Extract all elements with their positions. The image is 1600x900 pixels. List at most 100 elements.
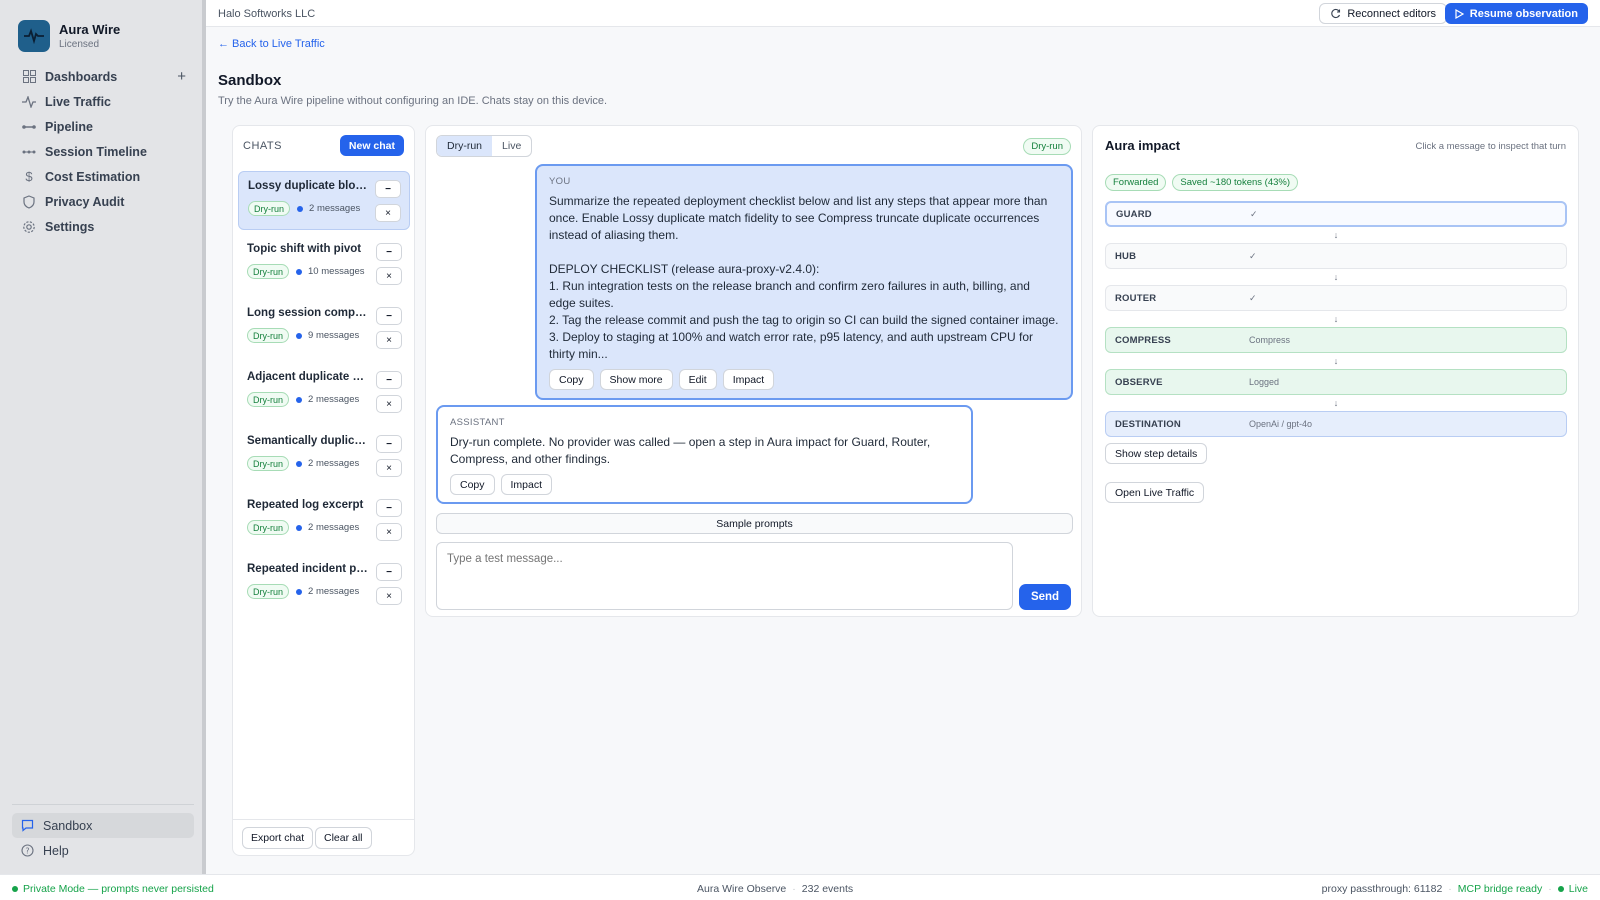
step-value: Compress [1249, 335, 1291, 345]
step-compress[interactable]: COMPRESS Compress [1105, 327, 1567, 353]
sample-prompts-button[interactable]: Sample prompts [436, 513, 1073, 534]
show-step-details-button[interactable]: Show step details [1105, 443, 1208, 464]
live-dot-icon [1557, 886, 1564, 892]
step-name: OBSERVE [1115, 376, 1163, 388]
impact-button[interactable]: Impact [722, 369, 775, 390]
step-observe[interactable]: OBSERVE Logged [1105, 369, 1567, 395]
minimize-chat-button[interactable]: − [376, 371, 402, 389]
tab-dry-run[interactable]: Dry-run [437, 136, 493, 156]
message-input[interactable] [436, 542, 1013, 610]
minimize-chat-button[interactable]: − [376, 243, 402, 261]
step-router[interactable]: ROUTER ✓ [1105, 285, 1567, 311]
export-chat-button[interactable]: Export chat [242, 827, 314, 849]
minimize-chat-button[interactable]: − [376, 435, 402, 453]
edit-button[interactable]: Edit [678, 369, 717, 390]
live-status: Live [1568, 883, 1588, 895]
chat-item[interactable]: Repeated log excerpt Dry-run 2 messages −… [238, 491, 410, 550]
step-name: GUARD [1116, 208, 1152, 220]
step-value: Logged [1249, 377, 1280, 387]
arrow-down-icon: ↓ [1333, 314, 1339, 324]
add-dashboard-button[interactable]: + [177, 68, 186, 85]
resume-label: Resume observation [1469, 7, 1578, 20]
step-guard[interactable]: GUARD ✓ [1105, 201, 1567, 227]
forwarded-badge: Forwarded [1105, 174, 1167, 191]
help-icon: ? [20, 844, 34, 858]
delete-chat-button[interactable]: × [376, 459, 402, 477]
show-more-button[interactable]: Show more [599, 369, 673, 390]
minimize-chat-button[interactable]: − [376, 563, 402, 581]
step-hub[interactable]: HUB ✓ [1105, 243, 1567, 269]
sidebar-item-help[interactable]: ? Help [12, 838, 194, 863]
delete-chat-button[interactable]: × [376, 523, 402, 541]
sidebar-item-sandbox[interactable]: Sandbox [12, 813, 194, 838]
minimize-chat-button[interactable]: − [376, 499, 402, 517]
chat-item[interactable]: Long session compact... Dry-run 9 message… [238, 299, 410, 358]
pipeline-icon [22, 120, 36, 134]
sidebar-item-settings[interactable]: Settings [14, 214, 192, 239]
step-destination[interactable]: DESTINATION OpenAi / gpt-4o [1105, 411, 1567, 437]
minimize-chat-button[interactable]: − [375, 180, 401, 198]
saved-tokens-badge: Saved ~180 tokens (43%) [1172, 174, 1299, 191]
delete-chat-button[interactable]: × [376, 267, 402, 285]
impact-button[interactable]: Impact [500, 474, 553, 495]
chat-item[interactable]: Semantically duplicat... Dry-run 2 messag… [238, 427, 410, 486]
delete-chat-button[interactable]: × [376, 331, 402, 349]
delete-chat-button[interactable]: × [375, 204, 401, 222]
resume-observation-button[interactable]: Resume observation [1444, 3, 1588, 24]
chat-item[interactable]: Topic shift with pivot Dry-run 10 message… [238, 235, 410, 294]
message-count: 10 messages [308, 266, 365, 277]
dollar-icon: $ [25, 169, 33, 184]
assistant-message[interactable]: ASSISTANT Dry-run complete. No provider … [436, 405, 973, 504]
chat-list: Lossy duplicate blocks Dry-run 2 messages… [238, 171, 410, 619]
sidebar-item-label: Privacy Audit [45, 194, 125, 209]
brand: Aura Wire Licensed [18, 20, 120, 52]
mode-toggle: Dry-run Live [436, 135, 533, 157]
observe-label: Aura Wire Observe [697, 883, 787, 895]
dry-run-tag: Dry-run [247, 456, 290, 471]
reconnect-editors-button[interactable]: Reconnect editors [1319, 3, 1447, 24]
sidebar-item-session-timeline[interactable]: Session Timeline [14, 139, 192, 164]
copy-button[interactable]: Copy [450, 474, 495, 495]
sidebar-item-live-traffic[interactable]: Live Traffic [14, 89, 192, 114]
license-label: Licensed [59, 39, 100, 50]
sidebar-item-privacy-audit[interactable]: Privacy Audit [14, 189, 192, 214]
chat-title: Semantically duplicat... [247, 435, 369, 447]
step-name: COMPRESS [1115, 334, 1171, 346]
send-button[interactable]: Send [1019, 584, 1071, 610]
status-bar: Private Mode — prompts never persisted A… [0, 874, 1600, 900]
sidebar-item-label: Settings [45, 219, 95, 234]
delete-chat-button[interactable]: × [376, 587, 402, 605]
message-text: Dry-run complete. No provider was called… [450, 435, 931, 466]
chat-item[interactable]: Repeated incident par... Dry-run 2 messag… [238, 555, 410, 614]
chat-item[interactable]: Lossy duplicate blocks Dry-run 2 messages… [238, 171, 410, 230]
new-chat-button[interactable]: New chat [339, 135, 404, 156]
sidebar-item-dashboards[interactable]: Dashboards + [14, 64, 192, 89]
user-message[interactable]: YOU Summarize the repeated deployment ch… [535, 164, 1073, 400]
minimize-chat-button[interactable]: − [376, 307, 402, 325]
chats-footer: Export chat Clear all [233, 819, 414, 855]
sidebar-nav: Dashboards + Live Traffic Pipeline Sessi… [14, 64, 192, 239]
sidebar-item-cost-estimation[interactable]: $ Cost Estimation [14, 164, 192, 189]
message-text: Summarize the repeated deployment checkl… [549, 194, 1059, 361]
status-dot-icon [297, 205, 304, 212]
arrow-down-icon: ↓ [1333, 230, 1339, 240]
pulse-icon [22, 95, 36, 109]
sidebar-item-pipeline[interactable]: Pipeline [14, 114, 192, 139]
message-author: YOU [549, 176, 571, 187]
tab-live[interactable]: Live [492, 136, 531, 156]
clear-all-button[interactable]: Clear all [315, 827, 372, 849]
open-live-traffic-button[interactable]: Open Live Traffic [1105, 482, 1205, 503]
reconnect-label: Reconnect editors [1347, 7, 1436, 20]
impact-panel: Aura impact Click a message to inspect t… [1092, 125, 1579, 617]
sidebar-item-label: Cost Estimation [45, 169, 141, 184]
message-count: 9 messages [308, 330, 360, 341]
status-dot-icon [296, 396, 303, 403]
copy-button[interactable]: Copy [549, 369, 594, 390]
chat-title: Repeated log excerpt [247, 499, 364, 511]
svg-text:?: ? [25, 846, 29, 855]
conversation-panel: Dry-run Live Dry-run YOU Summarize the r… [425, 125, 1082, 617]
delete-chat-button[interactable]: × [376, 395, 402, 413]
chat-item[interactable]: Adjacent duplicate wo... Dry-run 2 messag… [238, 363, 410, 422]
message-count: 2 messages [308, 394, 360, 405]
back-to-live-traffic-link[interactable]: ← Back to Live Traffic [218, 38, 325, 50]
